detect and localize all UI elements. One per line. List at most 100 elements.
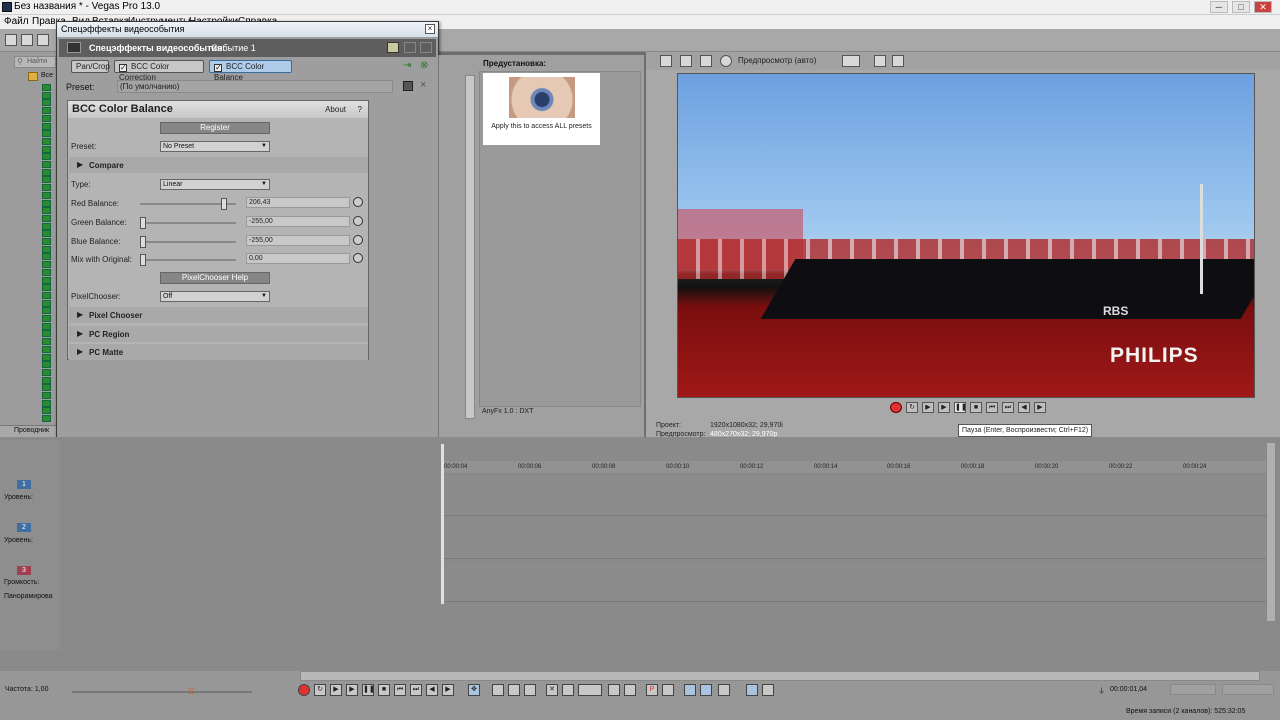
tree-item-icon[interactable] (42, 299, 51, 307)
play-button[interactable]: ▶ (938, 402, 950, 413)
go-to-end-button[interactable]: ⏭ (410, 684, 422, 696)
pixel-chooser-section[interactable]: ▶ Pixel Chooser (69, 307, 368, 323)
normal-edit-tool-icon[interactable]: ✥ (468, 684, 480, 696)
tree-item-icon[interactable] (42, 184, 51, 192)
track-1-header[interactable]: 1 Уровень: (0, 476, 60, 516)
tree-item-icon[interactable] (42, 191, 51, 199)
tree-item-icon[interactable] (42, 376, 51, 384)
minimize-button[interactable]: ─ (1210, 1, 1228, 13)
tree-item-icon[interactable] (42, 137, 51, 145)
chain-bcc-color-balance[interactable]: ✓ BCC Color Balance (209, 60, 292, 82)
preview-mode-select[interactable]: Предпросмотр (авто) (738, 56, 816, 65)
timeline-ruler[interactable]: 00:00:04 00:00:06 00:00:08 00:00:10 00:0… (444, 461, 1270, 473)
pixelchooser-help-button[interactable]: PixelChooser Help (160, 272, 270, 284)
tree-item-icon[interactable] (42, 261, 51, 269)
tree-item-icon[interactable] (42, 338, 51, 346)
tree-item-icon[interactable] (42, 353, 51, 361)
preset-card[interactable]: Apply this to access ALL presets (483, 73, 600, 145)
tree-item-icon[interactable] (42, 122, 51, 130)
tree-item-icon[interactable] (42, 238, 51, 245)
play-from-start-button[interactable]: ▶ (330, 684, 342, 696)
register-button[interactable]: Register (160, 122, 270, 134)
tree-item-icon[interactable] (42, 399, 51, 407)
type-select[interactable]: Linear (160, 179, 270, 190)
tree-item-icon[interactable] (42, 253, 51, 261)
loop-button[interactable]: ↻ (906, 402, 918, 413)
trim-start-end-icon[interactable] (578, 684, 602, 696)
compare-section[interactable]: ▶ Compare (69, 157, 368, 173)
region-icon[interactable] (662, 684, 674, 696)
loop-button[interactable]: ↻ (314, 684, 326, 696)
tree-item-icon[interactable] (42, 222, 51, 230)
rate-slider-thumb-icon[interactable]: ⧖ (188, 686, 200, 696)
param-slider[interactable] (140, 236, 236, 248)
tree-item-icon[interactable] (42, 276, 51, 284)
snapping-icon[interactable] (684, 684, 696, 696)
chain-bcc-color-correction[interactable]: ✓ BCC Color Correction (114, 60, 204, 82)
tree-item-icon[interactable] (42, 145, 51, 153)
tree-item-icon[interactable] (42, 245, 51, 253)
open-project-icon[interactable] (21, 34, 33, 46)
lock-envelopes-icon[interactable] (624, 684, 636, 696)
prev-frame-button[interactable]: ◀ (426, 684, 438, 696)
timeline-horizontal-scrollbar[interactable] (300, 671, 1260, 681)
envelope-tool-icon[interactable] (492, 684, 504, 696)
save-preset-icon[interactable] (403, 81, 413, 91)
go-to-end-button[interactable]: ⏭ (1002, 402, 1014, 413)
tree-item-icon[interactable] (42, 107, 51, 115)
pc-matte-section[interactable]: ▶ PC Matte (69, 344, 368, 360)
tree-item-icon[interactable] (42, 91, 51, 99)
keyframe-clock-icon[interactable] (353, 197, 363, 207)
event-grouping-icon[interactable] (762, 684, 774, 696)
tree-item-icon[interactable] (42, 392, 51, 399)
go-to-start-button[interactable]: ⏮ (394, 684, 406, 696)
param-value-field[interactable]: -255,00 (246, 235, 350, 246)
record-button[interactable] (298, 684, 310, 696)
marker-icon[interactable]: P (646, 684, 658, 696)
tree-item-icon[interactable] (42, 291, 51, 299)
tree-item-icon[interactable] (42, 99, 51, 107)
param-slider[interactable] (140, 198, 236, 210)
tree-item-icon[interactable] (42, 368, 51, 376)
checkbox-icon[interactable]: ✓ (214, 64, 222, 72)
selection-end-field[interactable] (1222, 684, 1274, 695)
ripple-edit-icon[interactable] (718, 684, 730, 696)
tree-root-label[interactable]: Все (41, 72, 53, 79)
menu-file[interactable]: Файл (4, 16, 29, 27)
tree-item-icon[interactable] (42, 315, 51, 322)
plugin-list-icon[interactable] (420, 42, 432, 53)
keyframe-clock-icon[interactable] (353, 235, 363, 245)
tree-item-icon[interactable] (42, 268, 51, 276)
keyframe-clock-icon[interactable] (353, 216, 363, 226)
add-plugin-icon[interactable]: ⇥ (403, 61, 415, 72)
overlay-icon[interactable] (842, 55, 860, 67)
stop-button[interactable]: ■ (378, 684, 390, 696)
save-snapshot-icon[interactable] (892, 55, 904, 67)
tree-item-icon[interactable] (42, 153, 51, 161)
tree-item-icon[interactable] (42, 361, 51, 369)
track-2-header[interactable]: 2 Уровень: (0, 519, 60, 559)
keyframe-clock-icon[interactable] (353, 253, 363, 263)
fx-preset-select[interactable]: (По умолчанию) (117, 80, 393, 93)
selection-length-field[interactable] (1170, 684, 1216, 695)
param-slider[interactable] (140, 254, 236, 266)
track-2-lane[interactable] (444, 519, 1266, 559)
pixelchooser-select[interactable]: Off (160, 291, 270, 302)
trim-icon[interactable] (562, 684, 574, 696)
tree-item-icon[interactable] (42, 230, 51, 238)
split-icon[interactable] (608, 684, 620, 696)
tree-item-icon[interactable] (42, 207, 51, 215)
track-3-lane[interactable] (444, 562, 1266, 602)
param-value-field[interactable]: 206,43 (246, 197, 350, 208)
tree-item-icon[interactable] (42, 384, 51, 392)
fx-window-titlebar[interactable]: Спецэффекты видеособытия × (57, 22, 438, 37)
prev-frame-button[interactable]: ◀ (1018, 402, 1030, 413)
slider-thumb[interactable] (140, 254, 146, 266)
maximize-button[interactable]: □ (1232, 1, 1250, 13)
selection-tool-icon[interactable] (508, 684, 520, 696)
preset-scrollbar[interactable] (465, 75, 475, 419)
play-button[interactable]: ▶ (346, 684, 358, 696)
remove-plugin-icon[interactable]: ⊗ (420, 61, 432, 72)
slider-thumb[interactable] (140, 236, 146, 248)
slider-thumb[interactable] (140, 217, 146, 229)
